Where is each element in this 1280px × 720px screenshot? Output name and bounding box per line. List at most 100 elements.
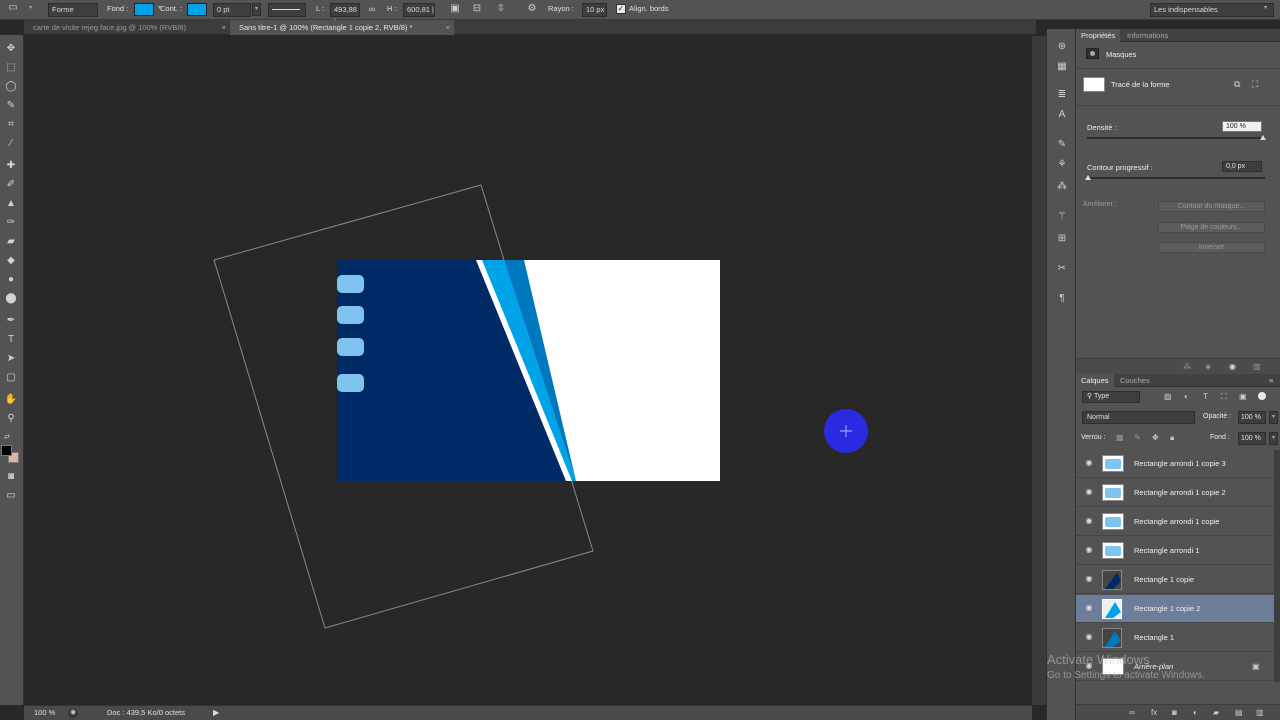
clone-source-panel-icon[interactable]: ⚘ — [1053, 157, 1071, 173]
layer-row-selected[interactable]: ◉ Rectangle 1 copie 2 — [1076, 595, 1274, 623]
layer-style-icon[interactable]: fx — [1151, 708, 1157, 717]
status-menu-arrow-icon[interactable]: ▶ — [213, 708, 219, 717]
lock-pixels-icon[interactable]: ✎ — [1134, 433, 1141, 442]
eyedropper-tool-icon[interactable]: ⁄ — [2, 136, 20, 152]
tool-mode-select[interactable]: Forme — [48, 3, 98, 17]
lasso-tool-icon[interactable]: ◯ — [2, 79, 20, 95]
adjustments-panel-icon[interactable]: ≣ — [1053, 87, 1071, 103]
healing-brush-tool-icon[interactable]: ✚ — [2, 158, 20, 174]
tab-layers[interactable]: Calques — [1076, 374, 1114, 387]
screen-mode-icon[interactable]: ▭ — [2, 488, 20, 504]
pen-tool-icon[interactable]: ✒ — [2, 313, 20, 329]
adjustment-layer-icon[interactable]: ◐ — [1193, 708, 1198, 717]
status-export-icon[interactable]: ◉ — [68, 708, 78, 718]
brush-panel-icon[interactable]: ✎ — [1053, 137, 1071, 153]
tab-channels[interactable]: Couches — [1115, 374, 1155, 387]
layer-row[interactable]: ◉ Rectangle arrondi 1 copie — [1076, 508, 1274, 536]
paragraph-panel-icon[interactable]: ¶ — [1053, 291, 1071, 307]
history-brush-tool-icon[interactable]: ✑ — [2, 215, 20, 231]
move-tool-icon[interactable]: ✥ — [2, 41, 20, 57]
layer-row[interactable]: ◉ Rectangle 1 — [1076, 624, 1274, 652]
hand-tool-icon[interactable]: ✋ — [2, 392, 20, 408]
add-mask-icon[interactable]: ⧉ — [1234, 79, 1240, 90]
fill-opacity-dropdown-icon[interactable]: ▾ — [1269, 432, 1278, 445]
eye-icon[interactable]: ◉ — [1083, 545, 1095, 555]
layer-row[interactable]: ◉ Rectangle arrondi 1 — [1076, 537, 1274, 565]
load-selection-icon[interactable]: ⁂ — [1183, 362, 1191, 371]
blend-mode-select[interactable]: Normal — [1082, 411, 1195, 424]
tool-preset-icon[interactable]: ▭ — [6, 2, 20, 14]
swatches-panel-icon[interactable]: ▦ — [1053, 59, 1071, 75]
mask-edge-button[interactable]: Contour du masque... — [1158, 201, 1265, 212]
history-panel-icon[interactable]: ⊛ — [1053, 39, 1071, 55]
eye-icon[interactable]: ◉ — [1083, 516, 1095, 526]
close-icon[interactable]: × — [446, 20, 450, 35]
canvas-area[interactable] — [24, 36, 1032, 705]
layers-scrollbar[interactable] — [1274, 450, 1280, 682]
dodge-tool-icon[interactable]: ⬤ — [2, 291, 20, 307]
opacity-dropdown-icon[interactable]: ▾ — [1269, 411, 1278, 424]
trash-icon[interactable]: ▥ — [1253, 362, 1261, 371]
panel-menu-icon[interactable]: ≡ — [1264, 374, 1278, 387]
swap-colors-icon[interactable]: ⇄ — [4, 433, 10, 441]
fill-swatch[interactable] — [134, 3, 154, 16]
eraser-tool-icon[interactable]: ▰ — [2, 234, 20, 250]
actions-panel-icon[interactable]: ⚚ — [1053, 209, 1071, 225]
quick-mask-icon[interactable]: ◙ — [2, 469, 20, 485]
feather-slider[interactable] — [1087, 177, 1265, 179]
vector-mask-icon[interactable]: ⛶ — [1252, 79, 1258, 90]
filter-smart-object-icon[interactable]: ▣ — [1239, 392, 1247, 401]
visibility-icon[interactable]: ◉ — [1229, 362, 1236, 371]
path-operations-icon[interactable]: ▣ — [448, 3, 462, 15]
filter-type-icon[interactable]: T — [1203, 392, 1208, 401]
doc-tab-2[interactable]: Sans titre-1 @ 100% (Rectangle 1 copie 2… — [230, 20, 454, 35]
density-slider-handle[interactable] — [1260, 135, 1266, 140]
link-icon[interactable]: ∞ — [365, 3, 379, 15]
type-tool-icon[interactable]: T — [2, 332, 20, 348]
fill-opacity-field[interactable]: 100 % — [1238, 432, 1266, 445]
layer-row[interactable]: ◉ Rectangle arrondi 1 copie 2 — [1076, 479, 1274, 507]
radius-field[interactable]: 10 px — [582, 3, 607, 17]
filter-toggle-icon[interactable] — [1258, 392, 1266, 400]
clone-stamp-tool-icon[interactable]: ▲ — [2, 196, 20, 212]
opacity-field[interactable]: 100 % — [1238, 411, 1266, 424]
add-mask-icon[interactable]: ◙ — [1172, 708, 1177, 717]
stroke-width-field[interactable]: 0 pt — [213, 3, 251, 17]
feather-slider-handle[interactable] — [1085, 175, 1091, 180]
lock-all-icon[interactable]: 🔒︎ — [1170, 433, 1174, 443]
align-edges-checkbox[interactable]: ✓ — [616, 4, 626, 14]
eye-icon[interactable]: ◉ — [1083, 574, 1095, 584]
vertical-scrollbar[interactable] — [1032, 36, 1046, 705]
lock-position-icon[interactable]: ✥ — [1152, 433, 1159, 442]
lock-transparent-icon[interactable]: ▦ — [1116, 433, 1124, 442]
tab-properties[interactable]: Propriétés — [1076, 29, 1121, 42]
filter-shape-icon[interactable]: ⛶ — [1221, 392, 1227, 402]
path-selection-tool-icon[interactable]: ➤ — [2, 351, 20, 367]
width-field[interactable]: 493,88 | — [330, 3, 360, 26]
feather-field[interactable]: 0,0 px — [1222, 161, 1262, 172]
rounded-rect-1[interactable] — [337, 275, 364, 293]
layer-filter-select[interactable]: ⚲ Type — [1082, 391, 1140, 403]
invert-button[interactable]: Inverser — [1158, 242, 1265, 253]
rounded-rect-4[interactable] — [337, 374, 364, 392]
density-slider[interactable] — [1087, 137, 1265, 139]
shape-path-thumbnail[interactable] — [1083, 77, 1105, 92]
eye-icon[interactable]: ◉ — [1083, 458, 1095, 468]
tool-presets-panel-icon[interactable]: ✂ — [1053, 261, 1071, 277]
new-layer-icon[interactable]: ▤ — [1235, 708, 1243, 717]
styles-panel-icon[interactable]: ⁂ — [1053, 179, 1071, 195]
crop-tool-icon[interactable]: ⌗ — [2, 117, 20, 133]
paint-bucket-tool-icon[interactable]: ◆ — [2, 253, 20, 269]
stroke-swatch[interactable] — [187, 3, 207, 16]
gear-icon[interactable]: ⚙ — [525, 3, 539, 15]
tool-preset-dropdown[interactable]: ▾ — [26, 3, 35, 16]
layer-row[interactable]: ◉ Rectangle 1 copie — [1076, 566, 1274, 594]
workspace-select[interactable]: Les indispensables — [1150, 3, 1274, 17]
stroke-width-dropdown[interactable]: ▾ — [252, 3, 261, 16]
filter-pixel-icon[interactable]: ▨ — [1164, 392, 1172, 401]
layer-row[interactable]: ◉ Rectangle arrondi 1 copie 3 — [1076, 450, 1274, 478]
character-panel-icon[interactable]: A — [1053, 107, 1071, 123]
density-field[interactable]: 100 % — [1222, 121, 1262, 132]
quick-select-tool-icon[interactable]: ✎ — [2, 98, 20, 114]
apply-mask-icon[interactable]: ◈ — [1205, 362, 1211, 371]
